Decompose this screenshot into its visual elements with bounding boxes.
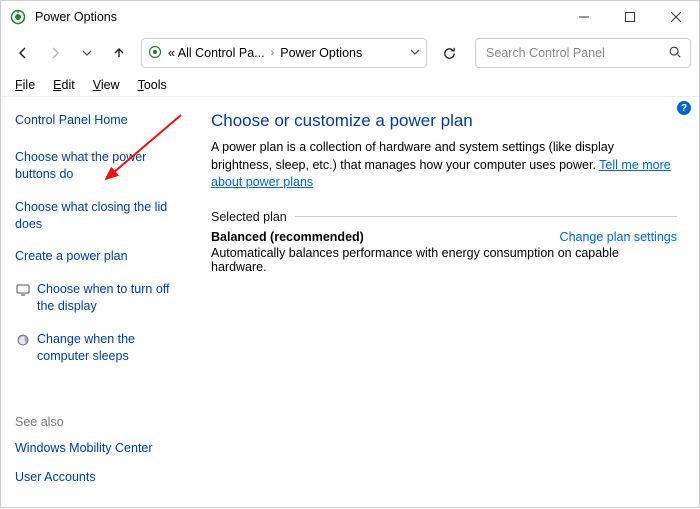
recent-locations-button[interactable]: [73, 39, 101, 67]
address-dropdown-button[interactable]: [410, 46, 420, 60]
forward-button[interactable]: [41, 39, 69, 67]
display-icon: [15, 282, 31, 298]
menu-file[interactable]: File: [7, 76, 43, 94]
see-also-mobility-center[interactable]: Windows Mobility Center: [15, 437, 189, 460]
search-input[interactable]: [484, 45, 668, 61]
change-plan-settings-link[interactable]: Change plan settings: [560, 230, 677, 244]
menu-tools[interactable]: Tools: [130, 76, 175, 94]
refresh-button[interactable]: [435, 39, 463, 67]
breadcrumb-item-power-options[interactable]: Power Options: [280, 46, 362, 60]
see-also-heading: See also: [15, 415, 189, 429]
up-button[interactable]: [105, 39, 133, 67]
minimize-button[interactable]: [561, 1, 607, 33]
sleep-icon: [15, 332, 31, 348]
section-selected-plan: Selected plan: [211, 210, 287, 224]
sidebar-link-closing-lid[interactable]: Choose what closing the lid does: [15, 196, 189, 236]
control-panel-mini-icon: [148, 45, 162, 62]
sidebar-link-turn-off-display[interactable]: Choose when to turn off the display: [15, 278, 189, 318]
maximize-button[interactable]: [607, 1, 653, 33]
page-title: Choose or customize a power plan: [211, 111, 677, 131]
page-description: A power plan is a collection of hardware…: [211, 139, 677, 192]
plan-description: Automatically balances performance with …: [211, 246, 677, 274]
back-button[interactable]: [9, 39, 37, 67]
search-box[interactable]: [475, 38, 691, 68]
sidebar-item-label: Choose when to turn off the display: [37, 281, 189, 315]
see-also-user-accounts[interactable]: User Accounts: [15, 466, 189, 489]
sidebar-item-label: Change when the computer sleeps: [37, 331, 189, 365]
sidebar-link-create-plan[interactable]: Create a power plan: [15, 245, 189, 268]
power-options-icon: [9, 8, 27, 26]
plan-name-balanced: Balanced (recommended): [211, 230, 364, 244]
breadcrumb-separator-icon: ›: [271, 47, 275, 59]
menu-edit[interactable]: Edit: [45, 76, 83, 94]
address-bar[interactable]: « All Control Pa... › Power Options: [141, 38, 427, 68]
sidebar-link-sleep[interactable]: Change when the computer sleeps: [15, 328, 189, 368]
search-icon[interactable]: [668, 45, 682, 62]
sidebar-link-home[interactable]: Control Panel Home: [15, 109, 189, 132]
divider: [295, 216, 677, 217]
window-title: Power Options: [35, 10, 117, 24]
breadcrumb-item-all-control-panel[interactable]: « All Control Pa...: [168, 46, 265, 60]
sidebar-link-power-buttons[interactable]: Choose what the power buttons do: [15, 146, 189, 186]
close-button[interactable]: [653, 1, 699, 33]
menu-view[interactable]: View: [85, 76, 128, 94]
